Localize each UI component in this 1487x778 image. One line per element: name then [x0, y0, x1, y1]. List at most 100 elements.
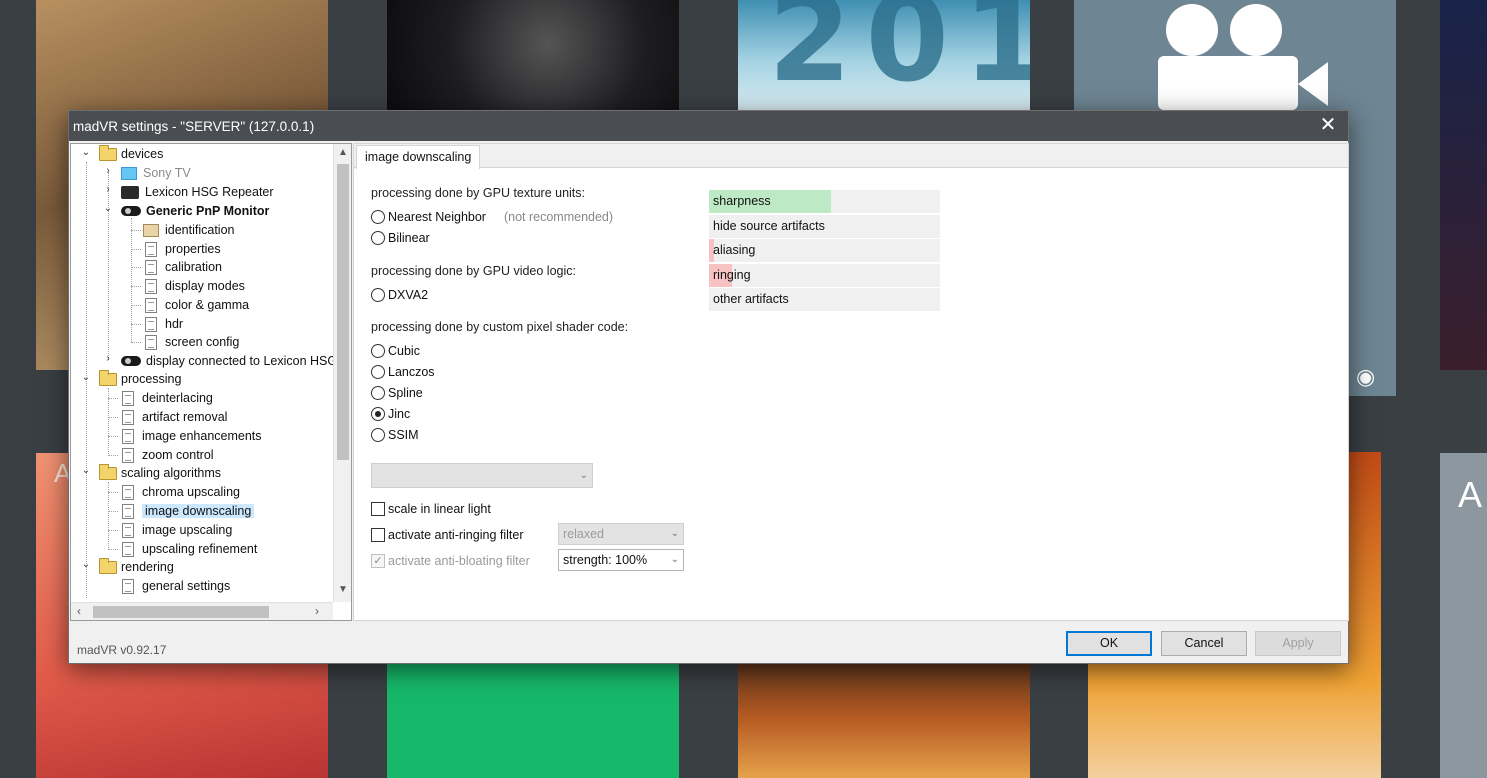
checkbox[interactable] [371, 528, 385, 542]
tree-item-calibration[interactable]: calibration [145, 258, 222, 276]
scroll-up-icon[interactable]: ▲ [334, 147, 351, 158]
quality-row: hide source artifacts [709, 214, 940, 238]
tab-strip: image downscaling [354, 144, 1348, 169]
settings-content-panel: image downscaling processing done by GPU… [353, 143, 1349, 621]
tree-item-identification[interactable]: identification [143, 221, 235, 239]
taps-combo[interactable]: ⌄ [371, 463, 593, 488]
ok-button[interactable]: OK [1066, 631, 1152, 656]
title-bar[interactable]: madVR settings - "SERVER" (127.0.0.1) ✕ [69, 111, 1348, 141]
page-icon [122, 409, 134, 425]
option-bilinear[interactable]: Bilinear [371, 231, 430, 245]
settings-tree[interactable]: ⌄ devices › Sony TV › Lexicon HSG Repeat… [70, 143, 352, 621]
tree-item-devices[interactable]: devices [99, 144, 163, 163]
scroll-thumb[interactable] [93, 606, 269, 618]
option-lanczos[interactable]: Lanczos [371, 365, 435, 379]
radio-button-selected[interactable] [371, 407, 385, 421]
option-cubic[interactable]: Cubic [371, 344, 420, 358]
pixel-shader-header: processing done by custom pixel shader c… [371, 320, 629, 334]
page-icon [145, 278, 157, 294]
option-nearest-neighbor[interactable]: Nearest Neighbor (not recommended) [371, 210, 613, 224]
tree-item-lexicon[interactable]: Lexicon HSG Repeater [121, 183, 274, 201]
option-dxva2[interactable]: DXVA2 [371, 288, 428, 302]
tree-item-properties[interactable]: properties [145, 240, 221, 258]
folder-icon [99, 369, 117, 386]
tree-item-scaling-algorithms[interactable]: scaling algorithms [99, 463, 221, 482]
anti-ringing-option[interactable]: activate anti-ringing filter [371, 528, 523, 542]
radio-button[interactable] [371, 344, 385, 358]
tv-icon [121, 166, 137, 180]
page-icon [122, 428, 134, 444]
tree-item-display-connected[interactable]: display connected to Lexicon HSG [121, 352, 333, 370]
radio-button[interactable] [371, 386, 385, 400]
option-ssim[interactable]: SSIM [371, 428, 419, 442]
radio-button[interactable] [371, 428, 385, 442]
scroll-thumb[interactable] [337, 164, 349, 460]
scroll-left-icon[interactable]: ‹ [77, 604, 81, 618]
scale-linear-light-option[interactable]: scale in linear light [371, 502, 491, 516]
anti-bloating-strength-select[interactable]: strength: 100% ⌄ [558, 549, 684, 571]
tree-item-chroma-upscaling[interactable]: chroma upscaling [122, 483, 240, 501]
poster-2012[interactable]: 2012 [738, 0, 1030, 110]
folder-icon [99, 463, 117, 480]
quality-label: aliasing [713, 243, 756, 257]
quality-row: sharpness [709, 190, 940, 213]
quality-row: other artifacts [709, 288, 940, 311]
rendering-expander[interactable]: ⌄ [80, 559, 92, 570]
av-receiver-icon [121, 185, 139, 199]
radio-button[interactable] [371, 210, 385, 224]
tree-item-processing[interactable]: processing [99, 369, 181, 388]
tree-item-upscaling-refinement[interactable]: upscaling refinement [122, 540, 257, 558]
close-icon[interactable]: ✕ [1316, 114, 1340, 138]
page-icon [145, 259, 157, 275]
window-title: madVR settings - "SERVER" (127.0.0.1) [73, 118, 315, 134]
poster-right-edge-top[interactable] [1440, 0, 1487, 370]
page-icon [145, 297, 157, 313]
tree-item-image-downscaling[interactable]: image downscaling [122, 502, 255, 520]
tab-image-downscaling[interactable]: image downscaling [356, 145, 481, 169]
page-icon [145, 334, 157, 350]
apply-button[interactable]: Apply [1255, 631, 1341, 656]
tree-item-screen-config[interactable]: screen config [145, 333, 239, 351]
scaling-algorithms-expander[interactable]: ⌄ [80, 465, 92, 476]
tree-item-rendering[interactable]: rendering [99, 557, 174, 576]
scroll-right-icon[interactable]: › [315, 604, 319, 618]
processing-expander[interactable]: ⌄ [80, 372, 92, 383]
tree-vertical-scrollbar[interactable]: ▲ ▼ [333, 144, 351, 602]
radio-button[interactable] [371, 231, 385, 245]
not-recommended-note: (not recommended) [503, 210, 614, 224]
tree-item-color-gamma[interactable]: color & gamma [145, 296, 249, 314]
tree-item-display-modes[interactable]: display modes [145, 277, 245, 295]
display-connected-expander[interactable]: › [102, 353, 114, 364]
lexicon-expander[interactable]: › [102, 184, 114, 195]
option-jinc[interactable]: Jinc [371, 407, 410, 421]
radio-button[interactable] [371, 288, 385, 302]
tree-item-image-enhancements[interactable]: image enhancements [122, 427, 262, 445]
poster-space[interactable] [387, 0, 679, 110]
devices-expander[interactable]: ⌄ [80, 147, 92, 158]
watched-eye-icon[interactable]: ◉ [1356, 364, 1388, 389]
page-icon [122, 578, 134, 594]
tree-item-general-settings[interactable]: general settings [122, 577, 230, 595]
tree-item-generic-pnp[interactable]: Generic PnP Monitor [121, 202, 269, 220]
radio-button[interactable] [371, 365, 385, 379]
option-spline[interactable]: Spline [371, 386, 423, 400]
checkbox-checked[interactable]: ✓ [371, 554, 385, 568]
tree-item-image-upscaling[interactable]: image upscaling [122, 521, 232, 539]
tree-item-deinterlacing[interactable]: deinterlacing [122, 389, 213, 407]
checkbox[interactable] [371, 502, 385, 516]
folder-icon [99, 557, 117, 574]
anti-ringing-mode-select[interactable]: relaxed ⌄ [558, 523, 684, 545]
tree-horizontal-scrollbar[interactable]: ‹ › [71, 602, 333, 620]
tree-item-hdr[interactable]: hdr [145, 315, 183, 333]
tree-item-artifact-removal[interactable]: artifact removal [122, 408, 227, 426]
anti-bloating-option[interactable]: ✓ activate anti-bloating filter [371, 554, 530, 568]
tree-item-sony-tv[interactable]: Sony TV [121, 164, 191, 182]
version-label: madVR v0.92.17 [77, 643, 167, 657]
cancel-button[interactable]: Cancel [1161, 631, 1247, 656]
tree-item-zoom-control[interactable]: zoom control [122, 446, 214, 464]
sony-tv-expander[interactable]: › [102, 165, 114, 176]
quality-label: ringing [713, 267, 751, 282]
generic-pnp-expander[interactable]: ⌄ [102, 203, 114, 214]
page-icon [122, 484, 134, 500]
scroll-down-icon[interactable]: ▼ [334, 584, 351, 595]
